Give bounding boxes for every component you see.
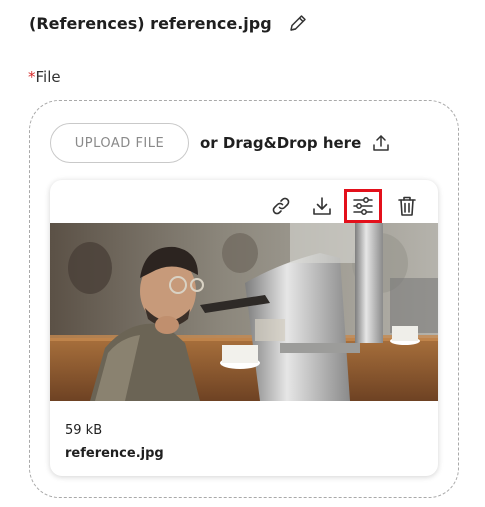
pencil-icon[interactable] <box>288 13 308 33</box>
file-preview-image[interactable] <box>50 223 438 401</box>
file-name: reference.jpg <box>65 446 164 461</box>
file-field-page: (References) reference.jpg *File UPLOAD … <box>0 0 485 507</box>
title-row: (References) reference.jpg <box>29 10 308 36</box>
download-icon[interactable] <box>309 193 335 219</box>
required-mark: * <box>28 68 36 86</box>
file-size: 59 kB <box>65 423 103 438</box>
upload-row: UPLOAD FILE or Drag&Drop here <box>50 123 391 163</box>
file-field-label: *File <box>28 68 61 86</box>
file-card-toolbar <box>253 189 420 223</box>
field-label-text: File <box>35 68 61 86</box>
file-card: 59 kB reference.jpg <box>50 180 438 476</box>
page-title: (References) reference.jpg <box>29 13 272 33</box>
drag-drop-text: or Drag&Drop here <box>200 134 362 152</box>
trash-icon[interactable] <box>394 193 420 219</box>
upload-file-button[interactable]: UPLOAD FILE <box>50 123 189 163</box>
upload-icon[interactable] <box>371 133 391 153</box>
link-icon[interactable] <box>268 193 294 219</box>
adjust-icon[interactable] <box>344 189 382 223</box>
